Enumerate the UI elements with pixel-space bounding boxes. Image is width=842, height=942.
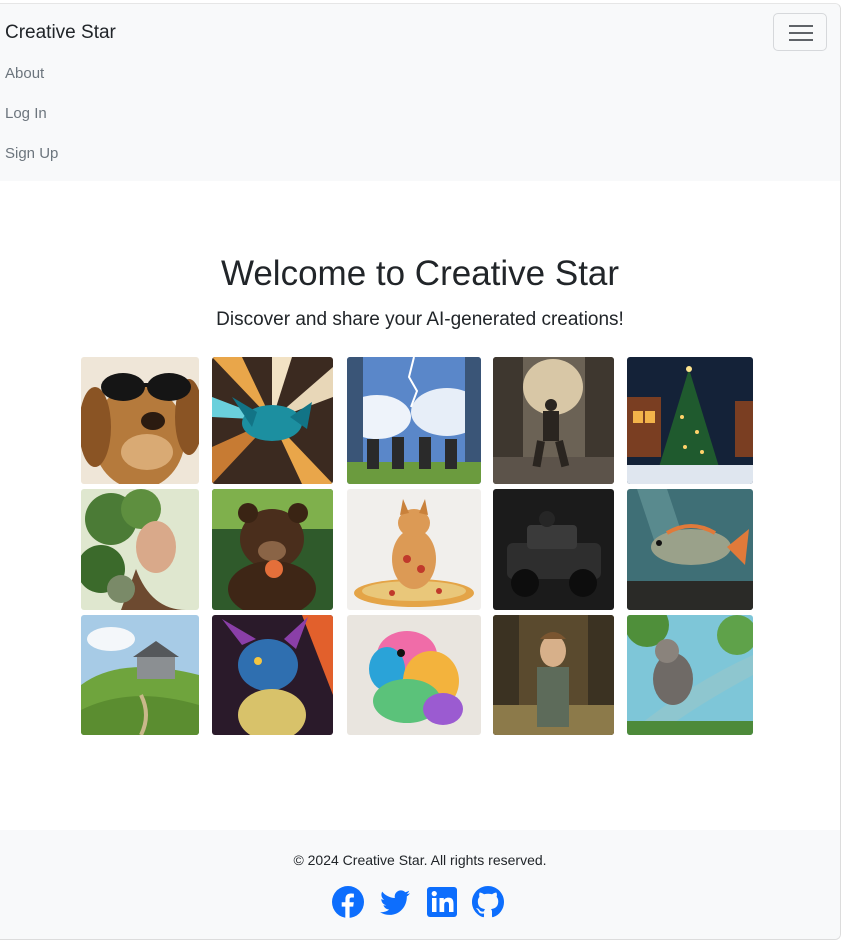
gallery-image-dog-with-sunglasses[interactable] xyxy=(81,357,199,484)
hero-subtitle: Discover and share your AI-generated cre… xyxy=(216,309,624,330)
nav-link-about[interactable]: About xyxy=(5,65,44,82)
navbar: Creative Star About Log In Sign Up xyxy=(0,4,840,181)
linkedin-icon[interactable] xyxy=(426,886,458,918)
footer: © 2024 Creative Star. All rights reserve… xyxy=(0,830,840,939)
brand-link[interactable]: Creative Star xyxy=(5,22,116,44)
nav-link-login[interactable]: Log In xyxy=(5,105,47,122)
gallery-image-bear-eating[interactable] xyxy=(212,489,333,610)
navbar-toggler-button[interactable] xyxy=(773,13,827,51)
gallery-image-man-running-ruined-street[interactable] xyxy=(493,357,614,484)
facebook-icon[interactable] xyxy=(332,886,364,918)
gallery-image-colorful-dragon[interactable] xyxy=(212,615,333,735)
gallery-image-christmas-tree-night[interactable] xyxy=(627,357,753,484)
copyright-text: © 2024 Creative Star. All rights reserve… xyxy=(293,852,547,868)
gallery-image-monkey-on-tree[interactable] xyxy=(627,615,753,735)
gallery-image-blue-dragon-speed[interactable] xyxy=(212,357,333,484)
gallery-image-rainbow-dog[interactable] xyxy=(347,615,481,735)
hero-title: Welcome to Creative Star xyxy=(220,254,620,293)
gallery-image-boy-rainy-street[interactable] xyxy=(493,615,614,735)
gallery-image-house-on-green-hill[interactable] xyxy=(81,615,199,735)
gallery-image-cat-on-pizza[interactable] xyxy=(347,489,481,610)
gallery-image-dark-armored-vehicle[interactable] xyxy=(493,489,614,610)
twitter-icon[interactable] xyxy=(379,886,411,918)
page-frame: Creative Star About Log In Sign Up Welco… xyxy=(0,3,841,940)
github-icon[interactable] xyxy=(472,886,504,918)
gallery-image-horse-riders-clouds[interactable] xyxy=(347,357,481,484)
nav-link-signup[interactable]: Sign Up xyxy=(5,145,58,162)
gallery-image-mechanical-plant-woman[interactable] xyxy=(81,489,199,610)
gallery-image-fish-underwater[interactable] xyxy=(627,489,753,610)
